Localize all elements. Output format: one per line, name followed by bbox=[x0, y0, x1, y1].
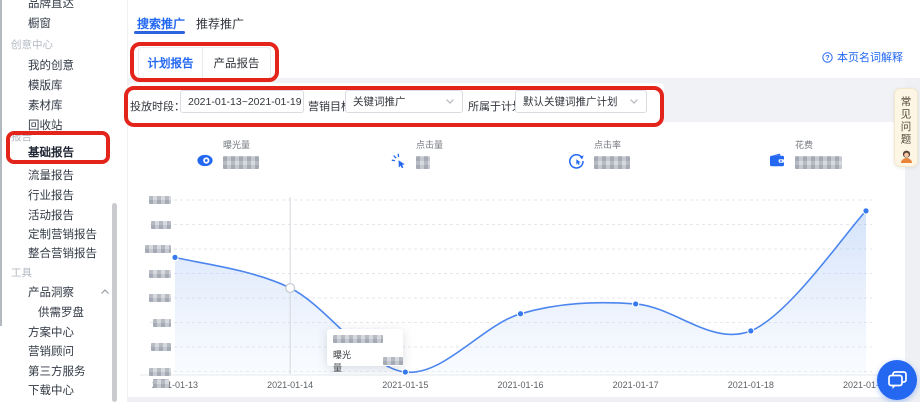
sidebar-item-流量报告[interactable]: 流量报告 bbox=[28, 167, 74, 183]
y-tick-obscured bbox=[149, 368, 171, 376]
plan-value: 默认关键词推广计划 bbox=[523, 94, 629, 109]
sidebar-item-第三方服务[interactable]: 第三方服务 bbox=[28, 363, 86, 379]
active-tab-underline bbox=[134, 31, 185, 34]
sidebar-item-方案中心[interactable]: 方案中心 bbox=[28, 324, 74, 340]
sidebar-item-行业报告[interactable]: 行业报告 bbox=[28, 187, 74, 203]
metric-card-曝光量: 曝光量 bbox=[197, 136, 259, 169]
obscured-patch bbox=[153, 379, 169, 388]
sidebar-item-活动报告[interactable]: 活动报告 bbox=[28, 207, 74, 223]
chevron-down-icon bbox=[629, 98, 639, 105]
y-tick-obscured bbox=[149, 270, 171, 278]
sidebar-item-我的创意[interactable]: 我的创意 bbox=[28, 57, 74, 73]
window-edge bbox=[0, 0, 2, 326]
y-tick-obscured bbox=[151, 221, 171, 229]
chat-bubbles-icon bbox=[886, 370, 908, 390]
tab-计划报告[interactable]: 计划报告 bbox=[138, 47, 203, 79]
marketing-goal-select[interactable]: 关键词推广 bbox=[345, 90, 463, 113]
sidebar-item-素材库[interactable]: 素材库 bbox=[28, 97, 63, 113]
question-circle-icon: ? bbox=[822, 52, 833, 63]
date-range-label: 投放时段： bbox=[130, 98, 185, 114]
sidebar-section-工具: 工具 bbox=[11, 265, 32, 280]
faq-tab-label: 常见问题 bbox=[899, 96, 914, 146]
sidebar-section-创意中心: 创意中心 bbox=[11, 37, 53, 52]
sidebar-item-模版库[interactable]: 模版库 bbox=[28, 77, 63, 93]
metric-card-点击量: 点击量 bbox=[390, 136, 443, 169]
tab-搜索推广[interactable]: 搜索推广 bbox=[137, 15, 185, 32]
metric-label: 点击率 bbox=[594, 138, 630, 151]
sidebar-item-橱窗[interactable]: 橱窗 bbox=[28, 15, 51, 31]
tooltip-series-label: 曝光量 bbox=[333, 348, 359, 374]
sidebar-item-营销顾问[interactable]: 营销顾问 bbox=[28, 343, 74, 359]
chart-tooltip: 曝光量 bbox=[327, 329, 403, 366]
wallet-icon bbox=[769, 152, 786, 169]
metric-value-obscured bbox=[416, 156, 430, 169]
metric-label: 花费 bbox=[795, 138, 842, 151]
sidebar-item-下载中心[interactable]: 下载中心 bbox=[28, 382, 74, 398]
click-icon bbox=[390, 152, 407, 169]
glossary-link-label: 本页名词解释 bbox=[837, 49, 903, 65]
chevron-down-icon bbox=[445, 98, 455, 105]
main-area: 搜索推广推荐推广 ? 本页名词解释 计划报告产品报告 投放时段： 2021-01… bbox=[128, 0, 920, 402]
metric-card-点击率: 点击率 bbox=[568, 136, 630, 169]
tooltip-date-obscured bbox=[333, 335, 383, 343]
y-tick-obscured bbox=[149, 294, 171, 302]
sidebar-scrollbar[interactable] bbox=[112, 203, 117, 402]
filter-bar: 投放时段： 2021-01-13~2021-01-19 营销目标: 关键词推广 … bbox=[128, 83, 664, 123]
metric-label: 曝光量 bbox=[223, 138, 259, 151]
sidebar-item-回收站[interactable]: 回收站 bbox=[28, 117, 63, 133]
y-tick-obscured bbox=[153, 319, 171, 327]
page-bottom-gutter bbox=[128, 397, 920, 402]
sidebar-item-基础报告[interactable]: 基础报告 bbox=[28, 144, 74, 160]
sidebar-item-定制营销报告[interactable]: 定制营销报告 bbox=[28, 226, 97, 242]
sidebar-section-报告: 报告 bbox=[11, 129, 32, 144]
date-range-value: 2021-01-13~2021-01-19 bbox=[188, 96, 302, 108]
eye-icon bbox=[197, 152, 214, 169]
y-tick-obscured bbox=[149, 196, 171, 204]
sidebar-item-品牌直达[interactable]: 品牌直达 bbox=[28, 0, 74, 11]
metric-label: 点击量 bbox=[416, 138, 443, 151]
marketing-goal-value: 关键词推广 bbox=[353, 94, 445, 109]
collapse-chevron-icon[interactable] bbox=[100, 287, 110, 297]
metric-value-obscured bbox=[223, 156, 259, 169]
y-tick-obscured bbox=[151, 343, 171, 351]
sidebar: 品牌直达橱窗创意中心我的创意模版库素材库回收站报告基础报告流量报告行业报告活动报… bbox=[0, 0, 128, 402]
sidebar-item-产品洞察[interactable]: 产品洞察 bbox=[28, 284, 74, 300]
metric-value-obscured bbox=[594, 156, 630, 169]
tab-产品报告[interactable]: 产品报告 bbox=[203, 47, 271, 79]
svg-text:?: ? bbox=[825, 55, 829, 62]
tab-推荐推广[interactable]: 推荐推广 bbox=[196, 15, 244, 32]
sidebar-item-供需罗盘[interactable]: 供需罗盘 bbox=[38, 304, 84, 320]
metric-card-花费: 花费 bbox=[769, 136, 842, 169]
tooltip-value-obscured bbox=[383, 357, 403, 365]
metric-value-obscured bbox=[795, 156, 842, 169]
faq-floating-tab[interactable]: 常见问题 bbox=[894, 88, 918, 167]
plan-select[interactable]: 默认关键词推广计划 bbox=[515, 90, 647, 113]
y-tick-obscured bbox=[145, 245, 171, 253]
click-rate-icon bbox=[568, 152, 585, 169]
sidebar-item-整合营销报告[interactable]: 整合营销报告 bbox=[28, 245, 97, 261]
support-avatar-icon bbox=[899, 149, 914, 164]
chat-widget-button[interactable] bbox=[877, 360, 917, 400]
date-range-picker[interactable]: 2021-01-13~2021-01-19 bbox=[180, 90, 304, 113]
app-root: 搜索推广推荐推广 ? 本页名词解释 计划报告产品报告 投放时段： 2021-01… bbox=[0, 0, 920, 402]
glossary-link[interactable]: ? 本页名词解释 bbox=[822, 49, 903, 65]
